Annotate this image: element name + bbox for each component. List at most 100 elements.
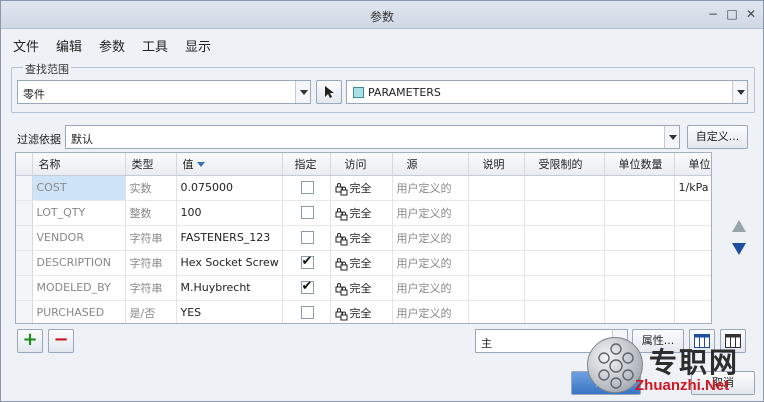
menu-file[interactable]: 文件 — [13, 36, 39, 55]
param-name[interactable]: DESCRIPTION — [32, 250, 126, 276]
col-access[interactable]: 访问 — [330, 153, 393, 176]
col-source[interactable]: 源 — [392, 153, 469, 176]
param-value[interactable]: FASTENERS_123 — [176, 225, 283, 251]
param-source[interactable]: 用户定义的 — [392, 225, 469, 251]
param-unit[interactable] — [674, 250, 711, 276]
param-name[interactable]: VENDOR — [32, 225, 126, 251]
param-value[interactable]: Hex Socket Screw — [176, 250, 283, 276]
param-description[interactable] — [468, 200, 525, 226]
param-description[interactable] — [468, 175, 525, 201]
param-name[interactable]: COST — [32, 175, 126, 201]
table-row[interactable]: COST 实数 0.075000 完全 用户定义的 1/kPa — [16, 175, 711, 201]
param-unit[interactable] — [674, 275, 711, 301]
param-value[interactable]: 100 — [176, 200, 283, 226]
param-description[interactable] — [468, 225, 525, 251]
param-description[interactable] — [468, 275, 525, 301]
param-designate[interactable] — [282, 175, 331, 201]
menu-edit[interactable]: 编辑 — [56, 36, 82, 55]
param-unit-quantity[interactable] — [604, 275, 675, 301]
param-restricted[interactable] — [524, 225, 605, 251]
select-button[interactable] — [316, 80, 342, 104]
param-designate[interactable] — [282, 200, 331, 226]
param-unit-quantity[interactable] — [604, 225, 675, 251]
selection-dropdown[interactable]: PARAMETERS — [346, 80, 748, 104]
move-up-icon[interactable] — [732, 220, 746, 232]
designate-checkbox[interactable] — [300, 206, 314, 220]
param-designate[interactable] — [282, 225, 331, 251]
param-restricted[interactable] — [524, 250, 605, 276]
row-header[interactable] — [16, 275, 33, 301]
col-unit[interactable]: 单位 — [674, 153, 711, 176]
param-unit[interactable]: 1/kPa — [674, 175, 711, 201]
param-restricted[interactable] — [524, 175, 605, 201]
row-header[interactable] — [16, 250, 33, 276]
param-restricted[interactable] — [524, 200, 605, 226]
param-value[interactable]: YES — [176, 300, 283, 323]
param-access[interactable]: 完全 — [330, 225, 393, 251]
param-unit[interactable] — [674, 225, 711, 251]
close-button[interactable]: ✕ — [744, 7, 758, 21]
param-type[interactable]: 字符串 — [125, 275, 177, 301]
designate-checkbox[interactable] — [300, 279, 314, 295]
param-type[interactable]: 实数 — [125, 175, 177, 201]
designate-checkbox[interactable] — [300, 254, 314, 270]
col-description[interactable]: 说明 — [468, 153, 525, 176]
param-type[interactable]: 字符串 — [125, 250, 177, 276]
table-row[interactable]: DESCRIPTION字符串Hex Socket Screw 完全 用户定义的 — [16, 250, 711, 276]
table-row[interactable]: MODELED_BY字符串M.Huybrecht 完全 用户定义的 — [16, 275, 711, 301]
row-header[interactable] — [16, 225, 33, 251]
param-restricted[interactable] — [524, 300, 605, 323]
param-designate[interactable] — [282, 250, 331, 276]
param-access[interactable]: 完全 — [330, 275, 393, 301]
param-type[interactable]: 整数 — [125, 200, 177, 226]
table-row[interactable]: LOT_QTY 整数 100 完全 用户定义的 — [16, 200, 711, 226]
param-name[interactable]: MODELED_BY — [32, 275, 126, 301]
param-name[interactable]: PURCHASED — [32, 300, 126, 323]
menu-display[interactable]: 显示 — [185, 36, 211, 55]
designate-checkbox[interactable] — [300, 306, 314, 320]
param-source[interactable]: 用户定义的 — [392, 200, 469, 226]
add-parameter-button[interactable]: + — [17, 329, 43, 353]
menu-tools[interactable]: 工具 — [142, 36, 168, 55]
col-type[interactable]: 类型 — [125, 153, 177, 176]
maximize-button[interactable]: □ — [725, 7, 739, 21]
param-unit[interactable] — [674, 300, 711, 323]
designate-checkbox[interactable] — [300, 231, 314, 245]
remove-parameter-button[interactable]: − — [48, 329, 74, 353]
param-name[interactable]: LOT_QTY — [32, 200, 126, 226]
move-down-icon[interactable] — [732, 243, 746, 255]
param-description[interactable] — [468, 250, 525, 276]
param-description[interactable] — [468, 300, 525, 323]
row-header[interactable] — [16, 200, 33, 226]
param-type[interactable]: 字符串 — [125, 225, 177, 251]
minimize-button[interactable]: − — [706, 7, 720, 21]
param-designate[interactable] — [282, 300, 331, 323]
col-restricted[interactable]: 受限制的 — [524, 153, 605, 176]
scope-dropdown[interactable]: 零件 — [17, 80, 311, 104]
param-unit[interactable] — [674, 200, 711, 226]
param-unit-quantity[interactable] — [604, 175, 675, 201]
col-designate[interactable]: 指定 — [282, 153, 331, 176]
param-unit-quantity[interactable] — [604, 200, 675, 226]
param-source[interactable]: 用户定义的 — [392, 175, 469, 201]
menu-parameters[interactable]: 参数 — [99, 36, 125, 55]
col-name[interactable]: 名称 — [32, 153, 126, 176]
filter-dropdown[interactable]: 默认 — [65, 125, 680, 149]
param-value[interactable]: M.Huybrecht — [176, 275, 283, 301]
customize-button[interactable]: 自定义... — [687, 125, 748, 149]
table-row[interactable]: PURCHASED 是/否 YES 完全 用户定义的 — [16, 300, 711, 323]
designate-checkbox[interactable] — [300, 181, 314, 195]
col-unit-quantity[interactable]: 单位数量 — [604, 153, 675, 176]
param-access[interactable]: 完全 — [330, 175, 393, 201]
param-access[interactable]: 完全 — [330, 200, 393, 226]
param-source[interactable]: 用户定义的 — [392, 250, 469, 276]
param-value[interactable]: 0.075000 — [176, 175, 283, 201]
param-access[interactable]: 完全 — [330, 250, 393, 276]
param-unit-quantity[interactable] — [604, 300, 675, 323]
param-access[interactable]: 完全 — [330, 300, 393, 323]
param-source[interactable]: 用户定义的 — [392, 300, 469, 323]
col-value[interactable]: 值 — [176, 153, 283, 176]
param-unit-quantity[interactable] — [604, 250, 675, 276]
param-designate[interactable] — [282, 275, 331, 301]
row-header[interactable] — [16, 300, 33, 323]
